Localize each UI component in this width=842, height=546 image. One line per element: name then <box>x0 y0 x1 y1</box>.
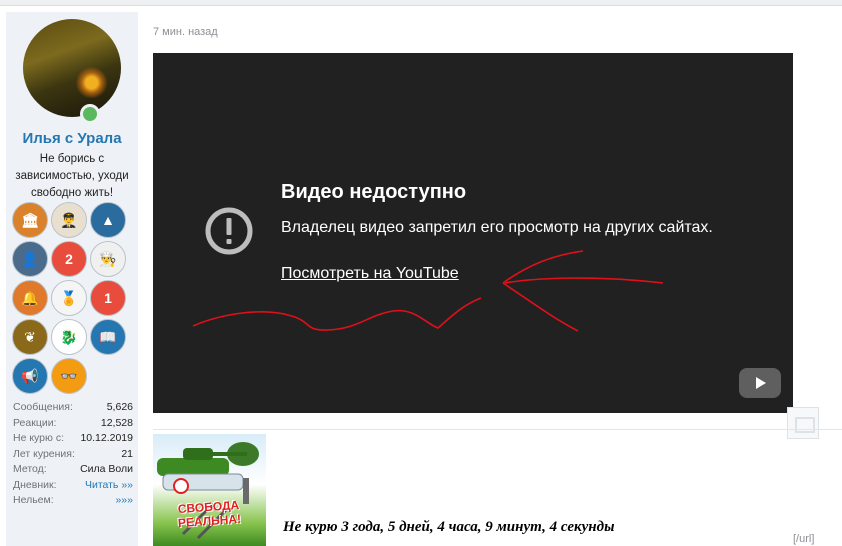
user-stat-value: 12,528 <box>100 416 133 429</box>
signature-divider <box>153 429 842 430</box>
user-stat-row: Реакции: 12,528 <box>13 416 133 432</box>
user-stat-value: Сила Воли <box>80 463 133 475</box>
url-tag-text: [/url] <box>793 533 815 545</box>
laurel-icon[interactable]: ❦ <box>12 319 48 355</box>
no-smoking-2-icon[interactable]: 2 <box>51 241 87 277</box>
user-stat-value: 21 <box>121 447 133 460</box>
user-stat-row: Нельем: »»» <box>13 493 133 509</box>
user-stat-label: Реакции: <box>13 416 57 429</box>
mountain-icon[interactable]: ▲ <box>90 202 126 238</box>
user-stat-value: 5,626 <box>106 401 133 413</box>
user-stat-row: Лет курения: 21 <box>13 447 133 463</box>
bells-icon[interactable]: 🔔 <box>12 280 48 316</box>
user-stat-label: Сообщения: <box>13 401 73 413</box>
book-icon[interactable]: 📖 <box>90 319 126 355</box>
user-stat-row: Метод: Сила Воли <box>13 462 133 478</box>
glasses-icon[interactable]: 👓 <box>51 358 87 394</box>
user-stat-label: Лет курения: <box>13 447 75 460</box>
user-stat-row: Сообщения: 5,626 <box>13 400 133 416</box>
username-link[interactable]: Илья с Урала <box>6 130 138 147</box>
medal-icon[interactable]: 🏅 <box>51 280 87 316</box>
user-stat-row: Не курю с: 10.12.2019 <box>13 431 133 447</box>
dragon-icon[interactable]: 🐉 <box>51 319 87 355</box>
column-building-icon[interactable]: 🏛 <box>12 202 48 238</box>
avatar-container[interactable] <box>23 19 121 124</box>
signature-counter-text: Не курю 3 года, 5 дней, 4 часа, 9 минут,… <box>283 519 615 535</box>
profile-head-icon[interactable]: 👤 <box>12 241 48 277</box>
user-stat-link[interactable]: Читать »» <box>85 478 133 494</box>
avatar[interactable] <box>23 19 121 117</box>
user-sidebar: Илья с Урала Не борись с зависимостью, у… <box>6 12 138 546</box>
megaphone-icon[interactable]: 📢 <box>12 358 48 394</box>
user-stat-label: Дневник: <box>13 478 57 491</box>
video-unavailable-message: Владелец видео запретил его просмотр на … <box>281 219 713 236</box>
video-unavailable-title: Видео недоступно <box>281 181 467 203</box>
pilot-icon[interactable]: 👨‍✈️ <box>51 202 87 238</box>
user-stat-link[interactable]: »»» <box>115 493 133 509</box>
user-stat-value: 10.12.2019 <box>80 432 133 444</box>
user-stat-row: Дневник: Читать »» <box>13 478 133 494</box>
expand-button[interactable] <box>787 407 819 439</box>
page: Илья с Урала Не борись с зависимостью, у… <box>0 5 842 546</box>
user-stat-label: Нельем: <box>13 494 54 506</box>
watch-on-youtube-link[interactable]: Посмотреть на YouTube <box>281 265 459 283</box>
expand-icon <box>795 417 815 433</box>
user-stat-label: Не курю с: <box>13 432 64 444</box>
user-stats: Сообщения: 5,626 Реакции: 12,528 Не курю с: 1… <box>13 400 133 509</box>
signature-banner[interactable]: СВОБОДА РЕАЛЬНА! <box>153 434 266 546</box>
youtube-logo-icon[interactable] <box>739 368 781 398</box>
video-embed[interactable]: Видео недоступно Владелец видео запретил… <box>153 53 793 413</box>
user-title: Не борись с зависимостью, уходи свободно… <box>15 153 129 199</box>
user-stat-label: Метод: <box>13 463 47 475</box>
chef-icon[interactable]: 👨‍🍳 <box>90 241 126 277</box>
online-status-icon <box>80 104 100 124</box>
post-timestamp[interactable]: 7 мин. назад <box>153 26 218 38</box>
trophy-badges: 🏛 👨‍✈️ ▲ 👤 2 👨‍🍳 🔔 🏅 1 ❦ 🐉 📖 📢 👓 <box>12 202 132 394</box>
tomato-one-icon[interactable]: 1 <box>90 280 126 316</box>
error-icon <box>205 207 253 255</box>
